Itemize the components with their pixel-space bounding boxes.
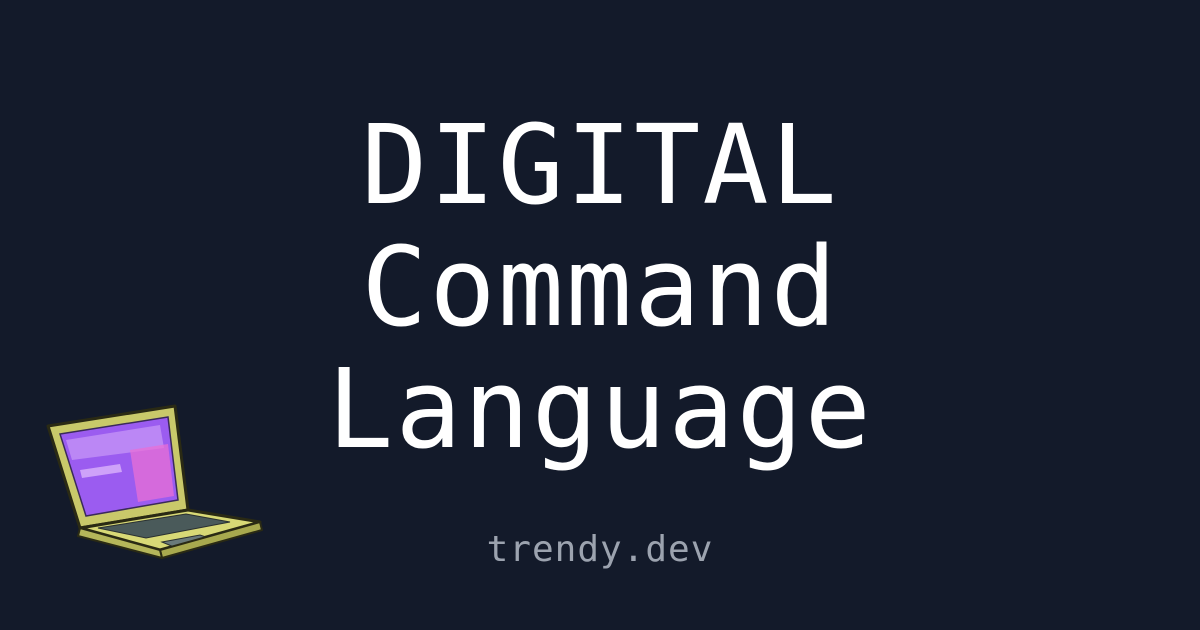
page-title: DIGITAL Command Language [0,104,1200,470]
title-line-3: Language [327,345,873,473]
og-card: DIGITAL Command Language trendy.dev [0,0,1200,630]
title-line-2: Command [361,223,839,351]
title-line-1: DIGITAL [361,101,839,229]
site-name: trendy.dev [486,529,714,570]
